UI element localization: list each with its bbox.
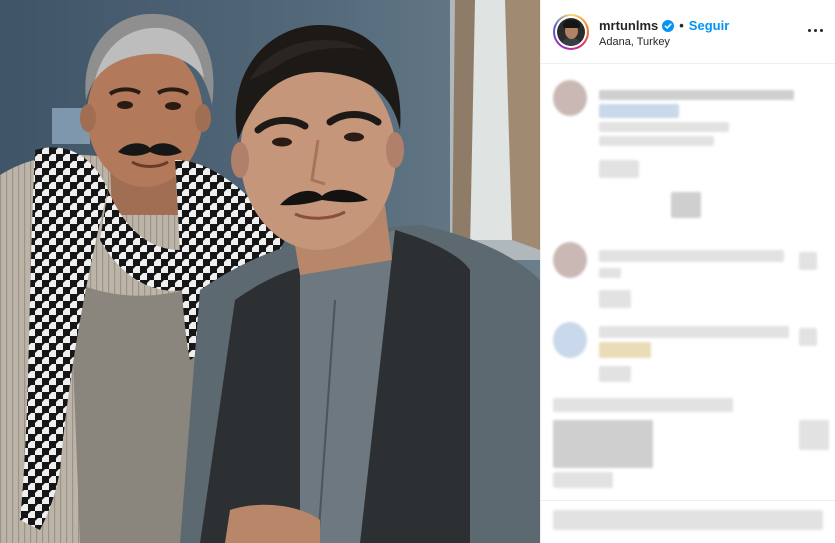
divider: [541, 500, 835, 501]
more-options-icon[interactable]: [806, 20, 826, 40]
post-header: mrtunlms • Seguir Adana, Turkey: [541, 0, 835, 64]
user-line: mrtunlms • Seguir: [599, 18, 729, 33]
comment-avatar: [553, 322, 587, 358]
username-link[interactable]: mrtunlms: [599, 18, 658, 33]
add-comment-input[interactable]: [553, 510, 823, 530]
location-link[interactable]: Adana, Turkey: [599, 36, 670, 48]
likes-text: [553, 472, 613, 488]
comment-text: [599, 136, 714, 146]
comment-meta: [599, 290, 631, 308]
comment-text: [599, 104, 679, 118]
follow-button[interactable]: Seguir: [689, 18, 729, 33]
instagram-post: mrtunlms • Seguir Adana, Turkey: [0, 0, 835, 543]
comment-text: [599, 122, 729, 132]
comment-avatar: [553, 242, 587, 278]
post-photo[interactable]: [0, 0, 540, 543]
bookmark-icon: [799, 420, 829, 450]
action-icons: [553, 398, 733, 412]
verified-badge-icon: [662, 19, 675, 32]
post-side-panel: mrtunlms • Seguir Adana, Turkey: [540, 0, 835, 543]
comment-text: [599, 326, 789, 338]
avatar[interactable]: [553, 14, 589, 50]
comment-like: [799, 328, 817, 346]
separator-dot: •: [679, 18, 684, 33]
photo-illustration: [0, 0, 540, 543]
comment-text: [599, 250, 784, 262]
avatar-image: [557, 18, 585, 46]
comment-like: [799, 252, 817, 270]
likes-count: [553, 420, 653, 468]
comment-text: [599, 268, 621, 278]
comment-text: [599, 342, 651, 358]
view-replies: [671, 192, 701, 218]
comment-meta: [599, 366, 631, 382]
comment-text: [599, 90, 794, 100]
comment-meta: [599, 160, 639, 178]
comment-avatar: [553, 80, 587, 116]
